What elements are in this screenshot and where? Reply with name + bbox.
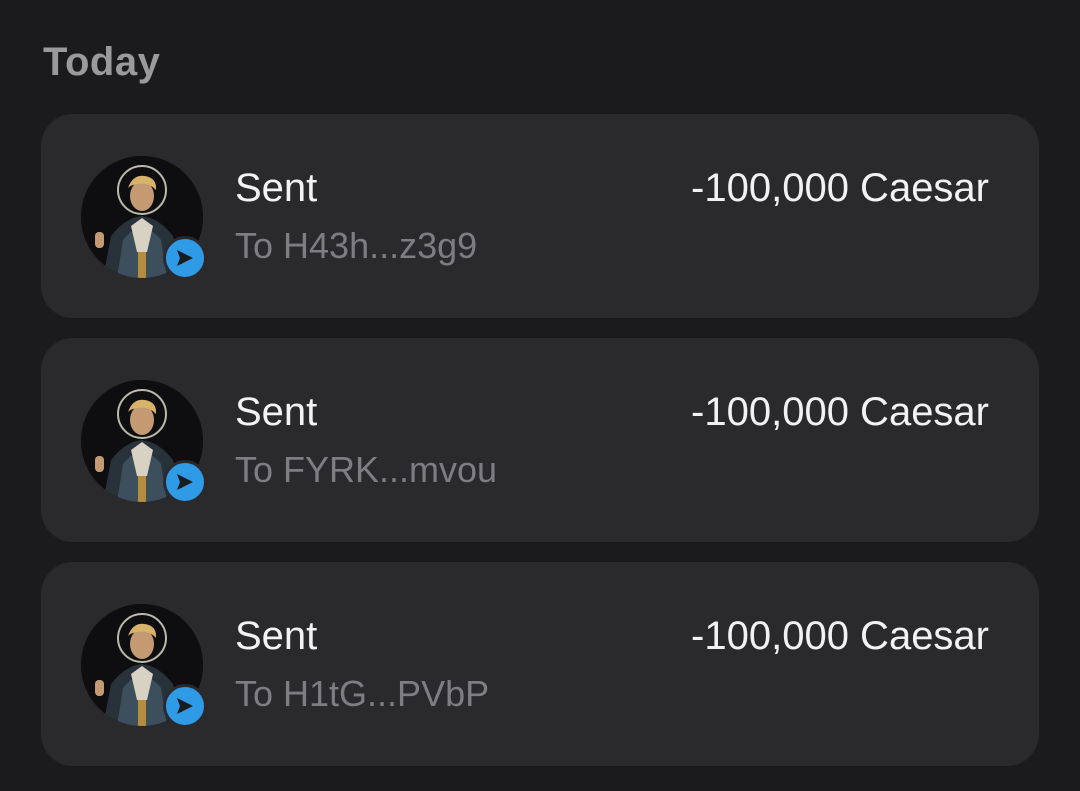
transaction-recipient: To H43h...z3g9: [235, 225, 478, 266]
transaction-list: Sent To H43h...z3g9 -100,000 Caesar Sent…: [41, 114, 1039, 786]
send-arrow-icon: [177, 250, 193, 266]
sent-badge: [163, 684, 207, 728]
transaction-type: Sent: [235, 390, 318, 434]
transaction-amount: -100,000 Caesar: [691, 390, 989, 434]
transaction-card[interactable]: Sent To H43h...z3g9 -100,000 Caesar: [41, 114, 1039, 318]
transaction-type: Sent: [235, 614, 318, 658]
send-arrow-icon: [177, 698, 193, 714]
token-avatar-wrapper: [81, 604, 207, 730]
token-avatar-wrapper: [81, 156, 207, 282]
section-title-today: Today: [43, 40, 161, 84]
transaction-history-screen: Today Sent To H43h...z3g9 -100,000 Caesa…: [0, 0, 1080, 791]
transaction-recipient: To H1tG...PVbP: [235, 673, 490, 714]
transaction-amount: -100,000 Caesar: [691, 614, 989, 658]
transaction-type: Sent: [235, 166, 318, 210]
token-avatar-wrapper: [81, 380, 207, 506]
sent-badge: [163, 236, 207, 280]
send-arrow-icon: [177, 474, 193, 490]
sent-badge: [163, 460, 207, 504]
transaction-amount: -100,000 Caesar: [691, 166, 989, 210]
transaction-recipient: To FYRK...mvou: [235, 449, 498, 490]
transaction-card[interactable]: Sent To H1tG...PVbP -100,000 Caesar: [41, 562, 1039, 766]
transaction-card[interactable]: Sent To FYRK...mvou -100,000 Caesar: [41, 338, 1039, 542]
